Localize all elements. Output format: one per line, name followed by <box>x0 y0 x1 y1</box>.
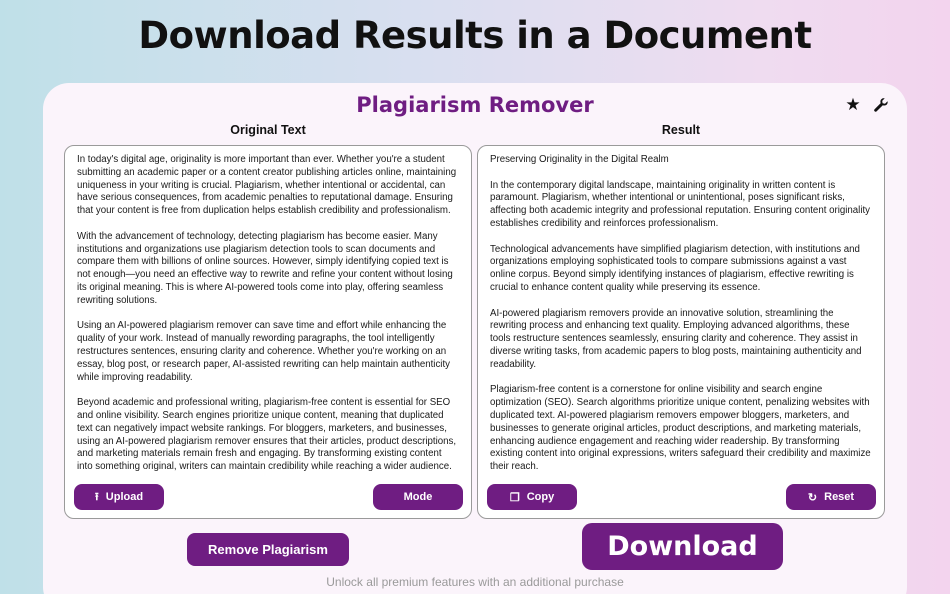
original-paragraph: With the advancement of technology, dete… <box>77 230 453 306</box>
upload-label: Upload <box>105 491 144 503</box>
remove-plagiarism-button[interactable]: Remove Plagiarism <box>187 533 349 566</box>
star-icon[interactable]: ★ <box>843 95 863 115</box>
reset-icon: ↻ <box>807 491 818 504</box>
reset-button[interactable]: ↻ Reset <box>786 484 876 510</box>
result-paragraph: Preserving Originality in the Digital Re… <box>490 154 669 165</box>
original-paragraph: Beyond academic and professional writing… <box>77 397 457 473</box>
premium-footnote: Unlock all premium features with an addi… <box>326 575 624 589</box>
original-text-area[interactable]: In today's digital age, originality is m… <box>77 154 459 476</box>
headline: Download Results in a Document <box>138 14 812 57</box>
app-title: Plagiarism Remover <box>356 93 594 117</box>
original-paragraph: In today's digital age, originality is m… <box>77 154 457 217</box>
result-paragraph: AI-powered plagiarism removers provide a… <box>490 307 862 370</box>
app-card: Plagiarism Remover ★ Original Text Resul… <box>43 83 907 594</box>
download-button[interactable]: Download <box>582 523 783 570</box>
mode-label: Mode <box>403 491 433 503</box>
result-label: Result <box>661 123 701 137</box>
result-paragraph: In the contemporary digital landscape, m… <box>490 179 871 229</box>
result-pane[interactable]: Preserving Originality in the Digital Re… <box>477 145 885 519</box>
upload-icon: ⭱ <box>94 490 99 503</box>
result-paragraph: Technological advancements have simplifi… <box>490 243 860 293</box>
wrench-icon[interactable] <box>871 95 891 115</box>
copy-label: Copy <box>526 491 555 503</box>
original-text-label: Original Text <box>230 123 306 137</box>
original-paragraph: Using an AI-powered plagiarism remover c… <box>77 320 450 383</box>
upload-button[interactable]: ⭱ Upload <box>74 484 164 510</box>
mode-button[interactable]: Mode <box>373 484 463 510</box>
result-paragraph: Plagiarism-free content is a cornerstone… <box>490 384 871 473</box>
result-text-area[interactable]: Preserving Originality in the Digital Re… <box>490 154 872 476</box>
copy-button[interactable]: ❐ Copy <box>487 484 577 510</box>
reset-label: Reset <box>824 491 855 503</box>
original-text-pane[interactable]: In today's digital age, originality is m… <box>64 145 472 519</box>
copy-icon: ❐ <box>509 491 520 504</box>
